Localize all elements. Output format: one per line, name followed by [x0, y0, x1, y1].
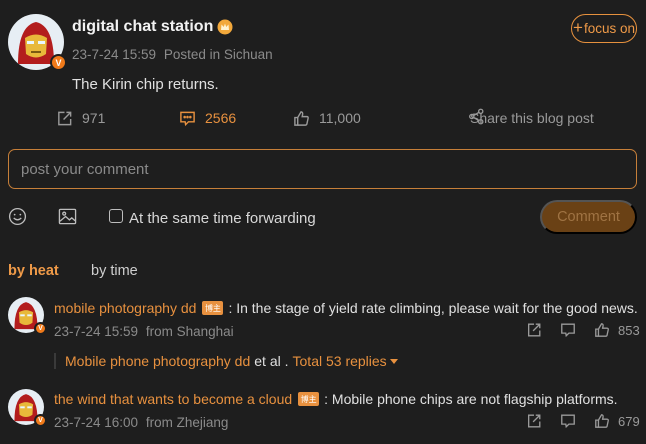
plus-icon: + [573, 18, 583, 37]
comment-text: : Mobile phone chips are not flagship pl… [324, 391, 618, 407]
image-icon[interactable] [58, 207, 77, 226]
blogger-tag: 博主 [202, 301, 224, 315]
caret-down-icon[interactable] [389, 358, 398, 364]
comment-body: mobile photography dd 博主 : In the stage … [54, 300, 638, 316]
post-timestamp: 23-7-24 15:59 [72, 47, 157, 62]
comment-avatar[interactable]: V [8, 297, 47, 335]
forward-checkbox[interactable] [109, 209, 123, 223]
comment-body: the wind that wants to become a cloud 博主… [54, 391, 618, 407]
comment-author[interactable]: mobile photography dd [54, 300, 196, 316]
replies-total[interactable]: Total 53 replies [293, 353, 387, 369]
comment-like-count: 853 [618, 322, 640, 338]
comment-action[interactable]: 2566 [179, 108, 236, 128]
post-location: Posted in Sichuan [163, 47, 273, 62]
comment-location: from Zhejiang [145, 415, 229, 430]
repost-icon[interactable] [526, 413, 542, 429]
verified-badge-icon: V [50, 54, 67, 71]
comment-input[interactable]: post your comment [8, 149, 637, 189]
blogger-tag: 博主 [298, 392, 320, 406]
repost-count: 971 [82, 110, 106, 126]
repost-icon [56, 110, 73, 127]
comment-timestamp: 23-7-24 16:00 [54, 415, 139, 430]
comment-input-placeholder: post your comment [21, 160, 149, 178]
crown-icon [217, 19, 233, 35]
like-action[interactable]: 11,000 [293, 108, 361, 128]
thumbs-up-icon[interactable] [594, 413, 610, 429]
replies-et-al: et al . [254, 353, 289, 369]
verified-badge-icon: V [34, 414, 47, 427]
forward-label[interactable]: At the same time forwarding [129, 210, 316, 227]
repost-icon[interactable] [526, 322, 542, 338]
repost-action[interactable]: 971 [56, 108, 105, 128]
comment-timestamp: 23-7-24 15:59 [54, 324, 139, 339]
verified-badge-icon: V [34, 322, 47, 335]
tab-by-time[interactable]: by time [91, 263, 138, 279]
share-action[interactable]: Share this blog post [468, 108, 594, 128]
like-count: 11,000 [319, 110, 361, 126]
comment-count: 2566 [205, 110, 237, 126]
emoji-icon[interactable] [8, 207, 27, 226]
post-meta: 23-7-24 15:59 Posted in Sichuan [72, 47, 273, 62]
replies-summary[interactable]: Mobile phone photography dd et al . Tota… [54, 353, 398, 369]
replies-names[interactable]: Mobile phone photography dd [65, 353, 250, 369]
comment-author[interactable]: the wind that wants to become a cloud [54, 391, 292, 407]
comment-actions: 853 [526, 322, 640, 338]
follow-label: focus on [583, 21, 635, 36]
thumbs-up-icon [293, 110, 310, 127]
share-icon [468, 108, 485, 125]
comment-location: from Shanghai [145, 324, 234, 339]
follow-button[interactable]: + focus on [571, 14, 637, 43]
comment-meta: 23-7-24 15:59 from Shanghai [54, 324, 234, 339]
submit-comment-button[interactable]: Comment [540, 200, 637, 234]
post-author-name[interactable]: digital chat station [72, 18, 233, 36]
author-name-text[interactable]: digital chat station [72, 18, 213, 36]
comment-icon [179, 110, 196, 127]
tab-by-heat[interactable]: by heat [8, 263, 59, 279]
post-text: The Kirin chip returns. [72, 76, 219, 93]
comment-text: : In the stage of yield rate climbing, p… [228, 300, 638, 316]
thumbs-up-icon[interactable] [594, 322, 610, 338]
share-label: Share this blog post [470, 110, 594, 126]
comment-icon[interactable] [560, 322, 576, 338]
comment-meta: 23-7-24 16:00 from Zhejiang [54, 415, 228, 430]
comment-like-count: 679 [618, 413, 640, 429]
comment-actions: 679 [526, 413, 640, 429]
post-author-avatar[interactable]: V [8, 14, 67, 71]
comment-icon[interactable] [560, 413, 576, 429]
comment-avatar[interactable]: V [8, 389, 47, 427]
